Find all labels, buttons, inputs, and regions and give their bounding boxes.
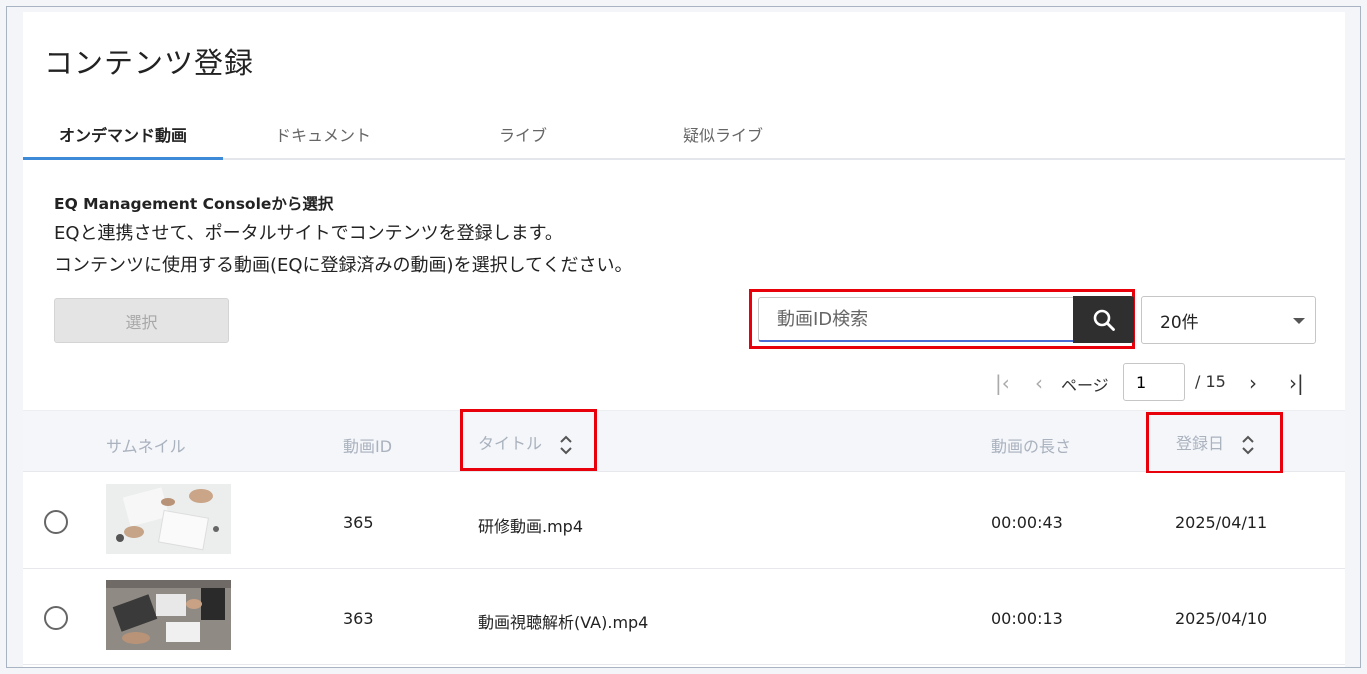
per-page-value: 20件: [1160, 312, 1199, 333]
tab-bar: オンデマンド動画 ドキュメント ライブ 疑似ライブ: [23, 104, 1345, 160]
date-header-highlight: [1146, 412, 1283, 474]
tab-live[interactable]: ライブ: [423, 116, 623, 160]
cell-video-id: 365: [343, 513, 374, 532]
cell-video-id: 363: [343, 609, 374, 628]
per-page-select[interactable]: 20件: [1141, 296, 1316, 344]
row-radio[interactable]: [44, 606, 68, 630]
window-frame: コンテンツ登録 オンデマンド動画 ドキュメント ライブ 疑似ライブ EQ Man…: [6, 6, 1361, 668]
video-thumbnail: [106, 484, 231, 554]
last-page-icon[interactable]: ›|: [1289, 371, 1304, 395]
page-label: ページ: [1061, 376, 1109, 395]
chevron-down-icon: [1293, 318, 1305, 324]
tab-on-demand-video[interactable]: オンデマンド動画: [23, 116, 223, 160]
description-line-2: コンテンツに使用する動画(EQに登録済みの動画)を選択してください。: [54, 255, 633, 276]
cell-registered-date: 2025/04/11: [1175, 513, 1268, 532]
prev-page-icon[interactable]: ‹: [1035, 371, 1043, 395]
next-page-icon[interactable]: ›: [1249, 371, 1257, 395]
cell-duration: 00:00:13: [991, 609, 1063, 628]
table-row[interactable]: 363 動画視聴解析(VA).mp4 00:00:13 2025/04/10: [23, 569, 1345, 665]
video-id-search-input[interactable]: [758, 297, 1074, 342]
cell-duration: 00:00:43: [991, 513, 1063, 532]
description: EQ Management Consoleから選択 EQと連携させて、ポータルサ…: [54, 192, 633, 283]
page-title: コンテンツ登録: [44, 46, 255, 80]
content-card: コンテンツ登録 オンデマンド動画 ドキュメント ライブ 疑似ライブ EQ Man…: [23, 12, 1345, 667]
cell-title: 動画視聴解析(VA).mp4: [478, 613, 649, 632]
search-button[interactable]: [1073, 296, 1134, 343]
description-heading: EQ Management Consoleから選択: [54, 195, 334, 213]
page-total: / 15: [1195, 372, 1226, 391]
header-thumbnail: サムネイル: [106, 437, 186, 456]
first-page-icon[interactable]: |‹: [995, 371, 1010, 395]
header-duration: 動画の長さ: [991, 437, 1072, 456]
search-icon: [1093, 309, 1115, 331]
search-highlight: [749, 289, 1135, 349]
video-thumbnail: [106, 580, 231, 650]
table-row[interactable]: 365 研修動画.mp4 00:00:43 2025/04/11: [23, 473, 1345, 569]
pagination: |‹ ‹ ページ / 15 › ›|: [973, 363, 1313, 401]
cell-registered-date: 2025/04/10: [1175, 609, 1268, 628]
cell-title: 研修動画.mp4: [478, 517, 584, 536]
description-line-1: EQと連携させて、ポータルサイトでコンテンツを登録します。: [54, 223, 563, 244]
select-button[interactable]: 選択: [54, 298, 229, 343]
header-video-id: 動画ID: [343, 437, 393, 456]
title-header-highlight: [460, 409, 597, 471]
tab-document[interactable]: ドキュメント: [223, 116, 423, 160]
row-radio[interactable]: [44, 510, 68, 534]
page-number-input[interactable]: [1123, 363, 1185, 401]
tab-pseudo-live[interactable]: 疑似ライブ: [623, 116, 823, 160]
